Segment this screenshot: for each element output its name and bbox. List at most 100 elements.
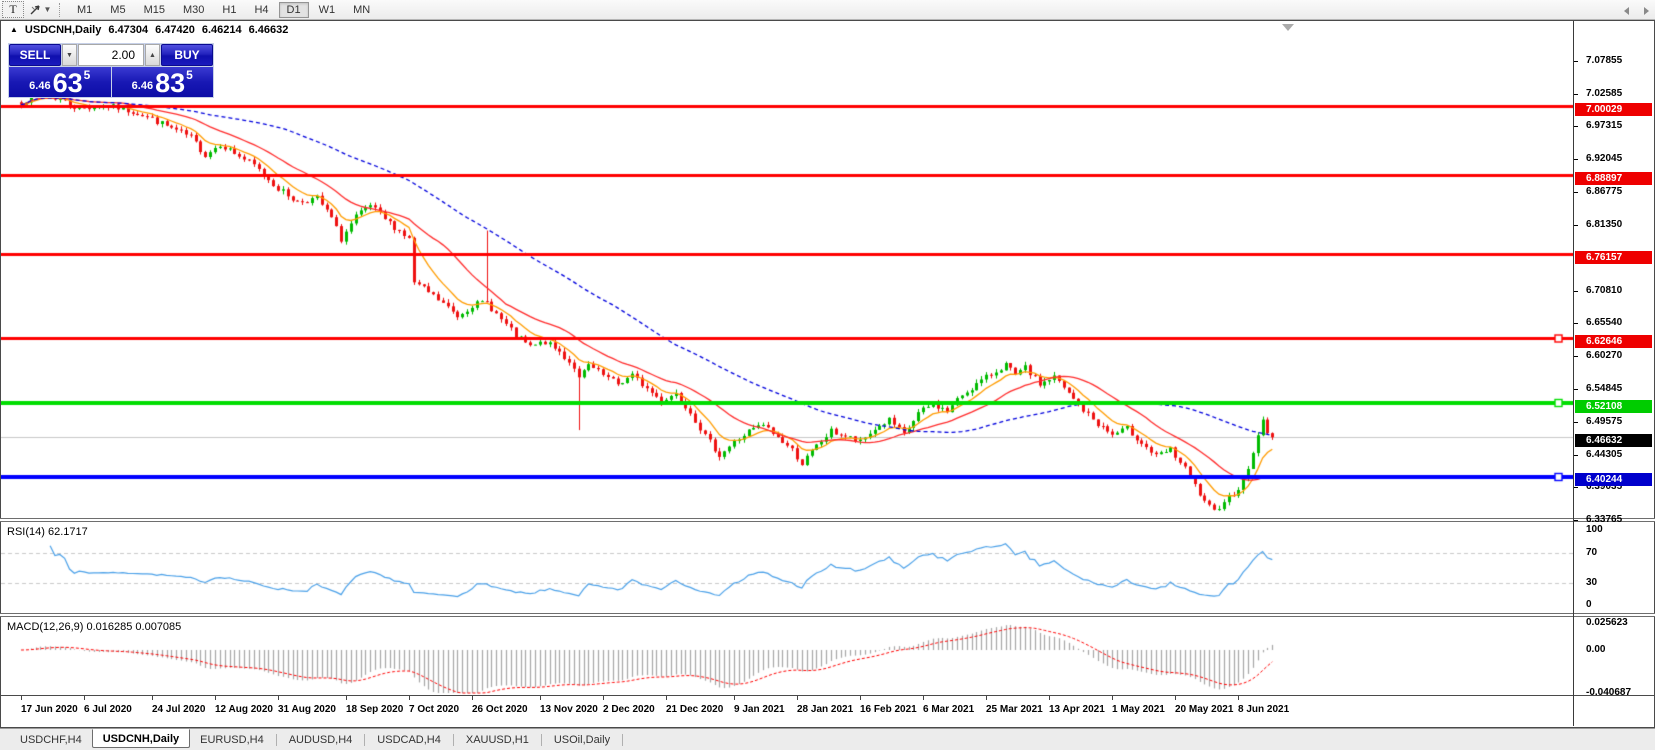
ohlc-high: 6.47420 <box>155 24 195 36</box>
ask-price-big: 83 <box>155 68 186 98</box>
price-tick: 7.02585 <box>1574 88 1622 100</box>
date-label: 31 Aug 2020 <box>278 704 336 715</box>
date-label: 2 Dec 2020 <box>603 704 655 715</box>
date-tick <box>734 696 735 700</box>
macd-pane-canvas[interactable] <box>1 617 1573 695</box>
date-tick <box>603 696 604 700</box>
price-chart-canvas[interactable] <box>1 21 1573 518</box>
text-tool-button[interactable]: T <box>2 1 24 18</box>
price-tag-6-62646: 6.62646 <box>1575 334 1652 348</box>
date-label: 25 Mar 2021 <box>986 704 1043 715</box>
date-label: 18 Sep 2020 <box>346 704 404 715</box>
date-tick <box>540 696 541 700</box>
chart-tab-eurusd-h4[interactable]: EURUSD,H4 <box>190 730 274 749</box>
date-tick <box>923 696 924 700</box>
price-tag-6-52108: 6.52108 <box>1575 399 1652 413</box>
ohlc-open: 6.47304 <box>108 24 149 36</box>
date-label: 1 May 2021 <box>1112 704 1165 715</box>
timeframe-mn[interactable]: MN <box>345 2 378 18</box>
price-tag-6-76157: 6.76157 <box>1575 250 1652 264</box>
toolbar: T ▼ M1 M5 M15 M30 H1 H4 D1 W1 MN <box>0 0 1655 20</box>
date-label: 12 Aug 2020 <box>215 704 273 715</box>
rsi-scale-tick: 30 <box>1586 576 1598 588</box>
date-label: 13 Nov 2020 <box>540 704 598 715</box>
tab-scroll-right-icon[interactable] <box>1644 7 1649 15</box>
chart-tab-usdcnh-daily[interactable]: USDCNH,Daily <box>91 729 191 748</box>
chart-tab-usoil-daily[interactable]: USOil,Daily <box>544 730 620 749</box>
date-label: 26 Oct 2020 <box>472 704 528 715</box>
date-tick <box>84 696 85 700</box>
timeframe-m1[interactable]: M1 <box>69 2 100 18</box>
date-tick <box>666 696 667 700</box>
date-label: 13 Apr 2021 <box>1049 704 1105 715</box>
timeframe-h1[interactable]: H1 <box>214 2 244 18</box>
date-label: 17 Jun 2020 <box>21 704 78 715</box>
price-tick: 6.54845 <box>1574 383 1622 395</box>
price-axis[interactable]: 7.07855 7.02585 6.97315 6.92045 6.86775 6.813… <box>1574 21 1654 698</box>
bid-price-tile[interactable]: 6.46 63 5 <box>9 67 111 97</box>
chevron-down-icon: ▼ <box>43 5 52 14</box>
arrows-tool-icon <box>30 4 40 14</box>
price-tick: 6.65540 <box>1574 317 1622 329</box>
date-tick <box>346 696 347 700</box>
macd-scale-tick: -0.040687 <box>1586 686 1632 698</box>
chart-tab-xauusd-h1[interactable]: XAUUSD,H1 <box>456 730 539 749</box>
timeframe-m5[interactable]: M5 <box>102 2 133 18</box>
price-tag-6-40244: 6.40244 <box>1575 473 1652 487</box>
volume-decrease-button[interactable]: ▼ <box>62 44 77 66</box>
date-label: 7 Oct 2020 <box>409 704 460 715</box>
date-tick <box>797 696 798 700</box>
chart-title: ▲ USDCNH,Daily 6.47304 6.47420 6.46214 6… <box>10 24 288 36</box>
pane-splitter[interactable] <box>0 518 1655 522</box>
timeframe-d1[interactable]: D1 <box>278 1 309 18</box>
ohlc-low: 6.46214 <box>201 24 242 36</box>
bid-price-big: 63 <box>52 68 83 98</box>
timeframe-h4[interactable]: H4 <box>246 2 276 18</box>
sell-button[interactable]: SELL <box>9 44 61 66</box>
price-tag-7-00029: 7.00029 <box>1575 102 1652 116</box>
mt4-app: T ▼ M1 M5 M15 M30 H1 H4 D1 W1 MN ▲ USDCNH,Daily … <box>0 0 1655 750</box>
rsi-pane-canvas[interactable] <box>1 522 1573 613</box>
date-tick <box>1049 696 1050 700</box>
price-tag-6-46632: 6.46632 <box>1575 433 1652 447</box>
date-tick <box>1112 696 1113 700</box>
timeframe-m30[interactable]: M30 <box>175 2 212 18</box>
arrows-tool-button[interactable]: ▼ <box>25 1 55 18</box>
price-tick: 6.92045 <box>1574 153 1622 165</box>
timeframe-m15[interactable]: M15 <box>136 2 173 18</box>
date-tick <box>215 696 216 700</box>
date-label: 20 May 2021 <box>1175 704 1234 715</box>
rsi-scale-tick: 70 <box>1586 546 1598 558</box>
chart-pointer-icon: ▲ <box>10 24 18 34</box>
timeframe-toolbar: M1 M5 M15 M30 H1 H4 D1 W1 MN <box>69 1 380 18</box>
chart-tab-usdcad-h4[interactable]: USDCAD,H4 <box>367 730 451 749</box>
price-tick: 6.44305 <box>1574 449 1622 461</box>
date-label: 9 Jan 2021 <box>734 704 785 715</box>
date-axis[interactable]: 17 Jun 2020 6 Jul 2020 24 Jul 2020 12 Aug 2… <box>1 695 1654 726</box>
volume-input[interactable]: 2.00 <box>78 44 144 66</box>
buy-button[interactable]: BUY <box>161 44 213 66</box>
bid-price-sup: 5 <box>83 68 91 82</box>
chart-shift-marker-icon[interactable] <box>1282 24 1294 31</box>
chart-tab-audusd-h4[interactable]: AUDUSD,H4 <box>279 730 363 749</box>
one-click-trading-panel: SELL ▼ 2.00 ▲ BUY 6.46 63 5 6.46 83 5 <box>8 43 214 98</box>
tab-scroll-left-icon[interactable] <box>1624 7 1629 15</box>
date-tick <box>472 696 473 700</box>
price-tick: 6.60270 <box>1574 350 1622 362</box>
volume-increase-button[interactable]: ▲ <box>145 44 160 66</box>
date-tick <box>21 696 22 700</box>
macd-scale-tick: 0.00 <box>1586 644 1606 655</box>
date-label: 24 Jul 2020 <box>152 704 206 715</box>
date-tick <box>986 696 987 700</box>
chart-tab-usdchf-h4[interactable]: USDCHF,H4 <box>10 730 92 749</box>
ask-price-tile[interactable]: 6.46 83 5 <box>111 67 213 98</box>
toolbar-grip <box>59 2 64 17</box>
price-tag-6-88897: 6.88897 <box>1575 171 1652 185</box>
date-label: 8 Jun 2021 <box>1238 704 1290 715</box>
chart-tab-bar: USDCHF,H4 USDCNH,Daily EURUSD,H4 AUDUSD,H4 U… <box>0 728 1655 750</box>
price-tick: 6.81350 <box>1574 219 1622 231</box>
tab-separator <box>540 733 542 746</box>
ask-price-sup: 5 <box>186 68 193 82</box>
pane-splitter[interactable] <box>0 613 1655 617</box>
timeframe-w1[interactable]: W1 <box>311 2 344 18</box>
